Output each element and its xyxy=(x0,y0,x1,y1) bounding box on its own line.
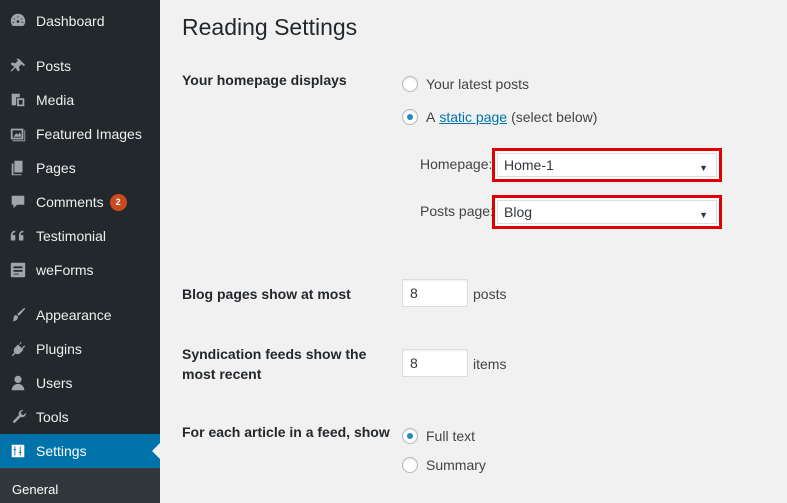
homepage-select-value: Home-1 xyxy=(504,157,554,173)
static-page-radio[interactable] xyxy=(402,109,418,125)
sidebar-item-pages[interactable]: Pages xyxy=(0,151,160,185)
images-icon xyxy=(8,124,28,144)
comments-count-badge: 2 xyxy=(109,193,127,211)
latest-posts-radio[interactable] xyxy=(402,76,418,92)
chevron-down-icon: ▼ xyxy=(699,163,708,173)
sidebar-item-users[interactable]: Users xyxy=(0,366,160,400)
syndication-label-line2: most recent xyxy=(182,366,262,382)
posts-page-select-value: Blog xyxy=(504,204,533,220)
latest-posts-option[interactable]: Your latest posts xyxy=(402,76,529,92)
static-page-suffix: (select below) xyxy=(511,109,598,125)
homepage-select-highlight: Home-1 ▼ xyxy=(492,148,722,182)
sidebar-item-label: Pages xyxy=(36,160,76,176)
settings-icon xyxy=(8,441,28,461)
sidebar-item-media[interactable]: Media xyxy=(0,83,160,117)
pages-icon xyxy=(8,158,28,178)
sidebar-item-label: Featured Images xyxy=(36,126,142,142)
weforms-icon xyxy=(8,260,28,280)
homepage-select[interactable]: Home-1 ▼ xyxy=(497,153,717,177)
sidebar-item-featured-images[interactable]: Featured Images xyxy=(0,117,160,151)
wrench-icon xyxy=(8,407,28,427)
submenu-item-general[interactable]: General xyxy=(12,482,58,497)
sidebar-item-label: Appearance xyxy=(36,307,112,323)
homepage-select-label: Homepage: xyxy=(420,156,493,172)
quote-icon xyxy=(8,226,28,246)
sidebar-item-label: Dashboard xyxy=(36,13,105,29)
blog-pages-label: Blog pages show at most xyxy=(182,286,351,302)
sidebar-item-appearance[interactable]: Appearance xyxy=(0,298,160,332)
static-page-link[interactable]: static page xyxy=(439,109,507,125)
pushpin-icon xyxy=(8,56,28,76)
chevron-down-icon: ▼ xyxy=(699,210,708,220)
full-text-radio[interactable] xyxy=(402,428,418,444)
sidebar-item-label: Settings xyxy=(36,443,87,459)
summary-option[interactable]: Summary xyxy=(402,457,486,473)
posts-page-select[interactable]: Blog ▼ xyxy=(497,200,717,224)
full-text-option[interactable]: Full text xyxy=(402,428,475,444)
homepage-displays-label: Your homepage displays xyxy=(182,72,347,88)
sidebar-item-posts[interactable]: Posts xyxy=(0,49,160,83)
sidebar-item-settings[interactable]: Settings xyxy=(0,434,160,468)
posts-page-select-label: Posts page: xyxy=(420,203,494,219)
sidebar-item-label: Media xyxy=(36,92,75,108)
sidebar-item-comments[interactable]: Comments 2 xyxy=(0,185,160,219)
sidebar-item-testimonial[interactable]: Testimonial xyxy=(0,219,160,253)
syndication-label-line1: Syndication feeds show the xyxy=(182,346,367,362)
posts-per-rss-suffix: items xyxy=(473,356,507,372)
settings-submenu: General xyxy=(0,468,160,503)
sidebar-item-label: Tools xyxy=(36,409,69,425)
sidebar-item-dashboard[interactable]: Dashboard xyxy=(0,4,160,38)
sidebar-item-label: Testimonial xyxy=(36,228,107,244)
plugin-icon xyxy=(8,339,28,359)
static-page-option[interactable]: A static page (select below) xyxy=(402,109,597,125)
sidebar-item-label: Posts xyxy=(36,58,72,74)
dashboard-icon xyxy=(8,11,28,31)
posts-page-select-highlight: Blog ▼ xyxy=(492,195,722,229)
sidebar-item-label: Plugins xyxy=(36,341,82,357)
sidebar-item-label: Comments xyxy=(36,194,104,210)
sidebar-item-plugins[interactable]: Plugins xyxy=(0,332,160,366)
posts-per-page-input[interactable]: 8 xyxy=(402,279,468,307)
summary-label: Summary xyxy=(426,457,486,473)
full-text-label: Full text xyxy=(426,428,476,444)
comment-icon xyxy=(8,192,28,212)
media-icon xyxy=(8,90,28,110)
user-icon xyxy=(8,373,28,393)
summary-radio[interactable] xyxy=(402,457,418,473)
brush-icon xyxy=(8,305,28,325)
page-title: Reading Settings xyxy=(182,14,358,40)
feed-article-label: For each article in a feed, show xyxy=(182,424,390,440)
sidebar-item-tools[interactable]: Tools xyxy=(0,400,160,434)
latest-posts-label: Your latest posts xyxy=(426,76,529,92)
sidebar-item-label: Users xyxy=(36,375,73,391)
sidebar-item-label: weForms xyxy=(36,262,94,278)
static-page-prefix: A xyxy=(426,109,436,125)
admin-sidebar: Dashboard Posts Media Featured Images Pa… xyxy=(0,0,160,503)
posts-per-rss-input[interactable]: 8 xyxy=(402,349,468,377)
sidebar-item-weforms[interactable]: weForms xyxy=(0,253,160,287)
posts-per-page-suffix: posts xyxy=(473,286,507,302)
